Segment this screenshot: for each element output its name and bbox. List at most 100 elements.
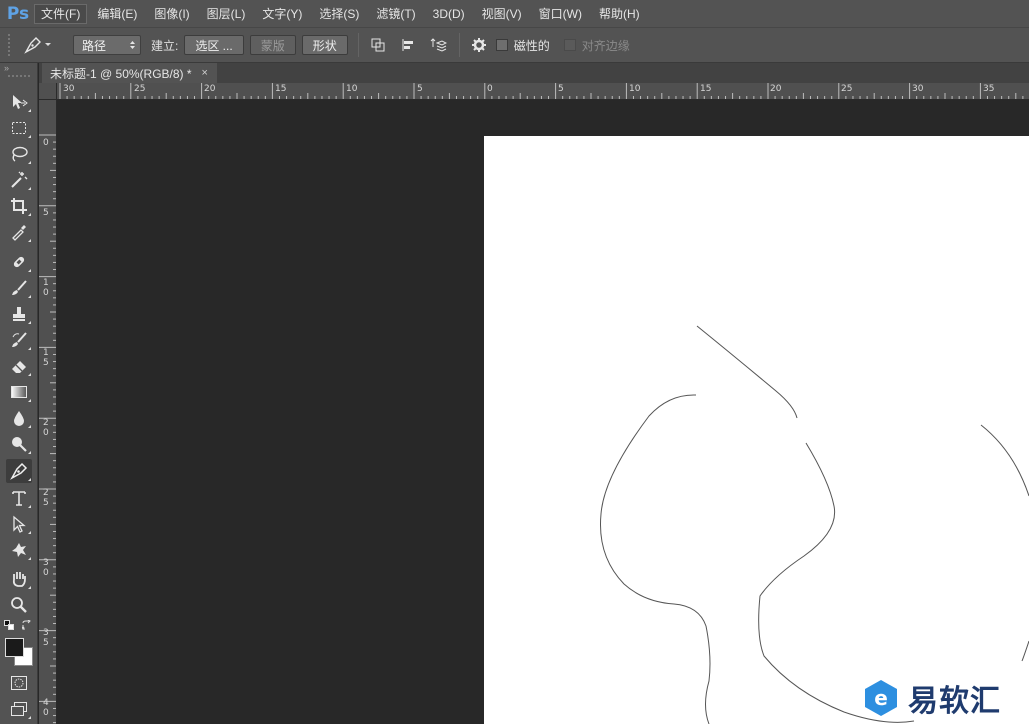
ruler-label: 5	[417, 84, 423, 94]
foreground-color-swatch[interactable]	[5, 638, 24, 657]
rect-marquee-icon	[12, 122, 26, 134]
path-arrangement-icon	[430, 38, 447, 52]
watermark: e 易软汇	[862, 676, 1001, 720]
svg-text:e: e	[874, 686, 888, 710]
toolbox-grip[interactable]	[8, 75, 30, 77]
swap-colors-button[interactable]	[21, 619, 32, 631]
screen-mode-button[interactable]	[6, 697, 32, 721]
tool-clone-stamp[interactable]	[6, 302, 32, 326]
pen-mode-value: 路径	[82, 38, 107, 53]
menu-layer[interactable]: 图层(L)	[200, 4, 253, 24]
ruler-label: 0	[43, 138, 49, 148]
menu-bar: Ps 文件(F) 编辑(E) 图像(I) 图层(L) 文字(Y) 选择(S) 滤…	[0, 0, 1029, 27]
path-arrangement-button[interactable]	[427, 34, 449, 56]
horizontal-ruler[interactable]: 30 25 20 15 10 5 0 5 10 15 20 25 30 35	[57, 83, 1029, 100]
document-tab-title: 未标题-1 @ 50%(RGB/8) *	[50, 66, 192, 81]
tool-lasso[interactable]	[6, 142, 32, 166]
options-grip[interactable]	[8, 34, 12, 56]
collapse-toggle[interactable]: »	[0, 63, 37, 73]
tool-brush[interactable]	[6, 276, 32, 300]
gradient-icon	[11, 386, 27, 398]
clone-stamp-icon	[13, 307, 25, 321]
tool-eyedropper[interactable]	[6, 220, 32, 244]
history-brush-icon	[12, 332, 27, 347]
tool-path-selection[interactable]	[6, 512, 32, 536]
tool-pen[interactable]	[6, 459, 32, 483]
tool-gradient[interactable]	[6, 380, 32, 404]
make-shape-button[interactable]: 形状	[301, 35, 348, 55]
zoom-icon	[11, 597, 27, 613]
ruler-label: 20	[204, 84, 216, 94]
menu-edit[interactable]: 编辑(E)	[90, 4, 144, 24]
menu-type[interactable]: 文字(Y)	[255, 4, 309, 24]
tool-magic-wand[interactable]	[6, 168, 32, 192]
tool-healing-brush[interactable]	[6, 250, 32, 274]
tool-dodge[interactable]	[6, 432, 32, 456]
pen-path-drawing	[599, 325, 1029, 724]
default-colors-button[interactable]	[4, 619, 14, 630]
ruler-label: 10	[629, 84, 641, 94]
workspace[interactable]	[58, 101, 1029, 724]
tool-zoom[interactable]	[6, 593, 32, 617]
menu-image[interactable]: 图像(I)	[147, 4, 196, 24]
screen-mode-icon	[11, 702, 27, 716]
tool-crop[interactable]	[6, 194, 32, 218]
tool-blur[interactable]	[6, 406, 32, 430]
ruler-label: 15	[275, 84, 287, 94]
pen-icon	[24, 37, 41, 54]
custom-shape-icon	[12, 543, 26, 557]
make-selection-button[interactable]: 选区 ...	[184, 35, 244, 55]
swap-arrow-icon	[21, 619, 31, 631]
menu-3d[interactable]: 3D(D)	[426, 4, 472, 24]
magnetic-checkbox[interactable]	[495, 39, 508, 51]
close-icon[interactable]: ×	[202, 67, 208, 79]
menu-help[interactable]: 帮助(H)	[592, 4, 647, 24]
document-canvas[interactable]	[484, 136, 1029, 724]
tool-eraser[interactable]	[6, 354, 32, 378]
pen-mode-select[interactable]: 路径	[73, 35, 141, 55]
ruler-label: 20	[43, 418, 49, 438]
watermark-logo-icon: e	[865, 680, 897, 716]
tool-preset-picker[interactable]	[22, 35, 66, 55]
divider	[357, 33, 359, 57]
ruler-label: 20	[770, 84, 782, 94]
document-tab[interactable]: 未标题-1 @ 50%(RGB/8) * ×	[42, 63, 217, 83]
updown-icon	[130, 41, 135, 49]
tool-type[interactable]	[6, 486, 32, 510]
tool-hand[interactable]	[6, 567, 32, 591]
ruler-label: 30	[63, 84, 75, 94]
ruler-label: 35	[43, 628, 49, 648]
crop-icon	[11, 198, 27, 214]
ruler-origin[interactable]	[39, 83, 57, 100]
tool-marquee[interactable]	[6, 116, 32, 140]
align-edges-label: 对齐边缘	[581, 38, 630, 53]
path-operations-icon	[371, 38, 385, 52]
ruler-label: 15	[43, 348, 49, 368]
type-icon	[12, 491, 26, 506]
tool-history-brush[interactable]	[6, 328, 32, 352]
settings-button[interactable]	[468, 34, 490, 56]
path-selection-icon	[13, 515, 26, 533]
magic-wand-icon	[11, 171, 28, 188]
tool-move[interactable]	[6, 90, 32, 114]
pen-icon	[10, 462, 28, 480]
align-edges-checkbox[interactable]	[563, 39, 576, 51]
quick-mask-button[interactable]	[6, 671, 32, 695]
menu-select[interactable]: 选择(S)	[312, 4, 366, 24]
make-label: 建立:	[151, 38, 179, 53]
make-mask-button[interactable]: 蒙版	[249, 35, 296, 55]
menu-window[interactable]: 窗口(W)	[532, 4, 589, 24]
path-alignment-button[interactable]	[397, 34, 419, 56]
ruler-label: 5	[43, 208, 49, 218]
options-bar: 路径 建立: 选区 ... 蒙版 形状 磁性的 对齐边缘	[0, 27, 1029, 63]
tool-custom-shape[interactable]	[6, 538, 32, 562]
ruler-label: 5	[558, 84, 564, 94]
document-tab-bar: 未标题-1 @ 50%(RGB/8) * ×	[39, 63, 1029, 83]
menu-filter[interactable]: 滤镜(T)	[369, 4, 422, 24]
menu-view[interactable]: 视图(V)	[475, 4, 529, 24]
vertical-ruler[interactable]: 0 5 10 15 20 25 30 35 40	[39, 100, 57, 724]
menu-file[interactable]: 文件(F)	[34, 3, 88, 24]
move-icon	[13, 95, 28, 109]
path-operations-button[interactable]	[367, 34, 389, 56]
healing-brush-icon	[13, 256, 25, 268]
